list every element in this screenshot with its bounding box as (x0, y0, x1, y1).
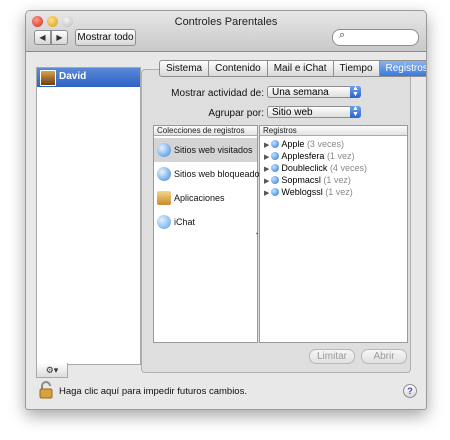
globe-icon (271, 176, 280, 184)
preferences-window: Controles Parentales ◀ ▶ Mostrar todo ⌕ … (25, 10, 427, 410)
log-row[interactable]: ▶ Doubleclick (4 veces) (264, 163, 367, 174)
activity-value: Una semana (272, 87, 329, 98)
log-count: (4 veces) (329, 163, 367, 173)
collection-item-applications[interactable]: Aplicaciones (154, 186, 257, 210)
lock-icon[interactable] (39, 381, 53, 399)
collection-label: Sitios web visitados (174, 145, 253, 155)
group-popup[interactable]: Sitio web ▲ ▼ (267, 105, 361, 118)
group-label: Agrupar por: (208, 108, 264, 119)
log-site: Applesfera (281, 151, 325, 161)
collections-list[interactable]: Colecciones de registros Sitios web visi… (153, 125, 264, 343)
activity-label: Mostrar actividad de: (171, 88, 264, 99)
window-title: Controles Parentales (174, 16, 278, 28)
globe-icon (271, 188, 280, 196)
globe-icon (271, 164, 280, 172)
disclosure-triangle-icon[interactable]: ▶ (264, 154, 269, 161)
restrict-button[interactable]: Limitar (309, 349, 355, 364)
forward-button[interactable]: ▶ (51, 30, 68, 45)
search-icon: ⌕ (339, 29, 346, 41)
collections-header: Colecciones de registros (154, 126, 257, 136)
log-row[interactable]: ▶ Weblogssl (1 vez) (264, 187, 353, 198)
show-all-button[interactable]: Mostrar todo (75, 29, 136, 46)
log-site: Sopmacsl (281, 175, 321, 185)
tab-mail-ichat[interactable]: Mail e iChat (267, 60, 334, 77)
user-list[interactable]: David (36, 67, 141, 365)
log-site: Doubleclick (281, 163, 328, 173)
safari-icon (157, 167, 171, 181)
collection-item-visited[interactable]: Sitios web visitados (154, 138, 257, 162)
search-field[interactable]: ⌕ (332, 29, 419, 46)
disclosure-triangle-icon[interactable]: ▶ (264, 178, 269, 185)
globe-icon (271, 140, 280, 148)
log-count: (1 vez) (323, 175, 351, 185)
back-button[interactable]: ◀ (34, 30, 51, 45)
tab-tiempo[interactable]: Tiempo (333, 60, 380, 77)
log-count: (1 vez) (326, 151, 355, 161)
popup-arrows-icon: ▲ ▼ (350, 105, 361, 118)
log-count: (3 veces) (306, 139, 344, 149)
collection-item-blocked[interactable]: Sitios web bloqueados (154, 162, 264, 186)
popup-arrows-icon: ▲ ▼ (350, 85, 361, 98)
log-row[interactable]: ▶ Apple (3 veces) (264, 139, 344, 150)
collection-label: iChat (174, 217, 196, 227)
user-name: David (59, 71, 87, 82)
disclosure-triangle-icon[interactable]: ▶ (264, 142, 269, 149)
title-bar: Controles Parentales ◀ ▶ Mostrar todo ⌕ (26, 11, 426, 52)
collection-item-ichat[interactable]: iChat (154, 210, 257, 234)
log-site: Weblogssl (281, 187, 323, 197)
globe-icon (271, 152, 280, 160)
tab-registros[interactable]: Registros (379, 60, 426, 77)
activity-popup[interactable]: Una semana ▲ ▼ (267, 85, 361, 98)
logs-header: Registros (260, 126, 407, 136)
back-arrow-icon: ◀ (39, 33, 46, 42)
lock-message: Haga clic aquí para impedir futuros camb… (59, 386, 247, 397)
collection-label: Sitios web bloqueados (174, 169, 265, 179)
ichat-icon (157, 215, 171, 229)
disclosure-triangle-icon[interactable]: ▶ (264, 166, 269, 173)
disclosure-triangle-icon[interactable]: ▶ (264, 190, 269, 197)
collection-label: Aplicaciones (174, 193, 225, 203)
open-button[interactable]: Abrir (361, 349, 407, 364)
log-site: Apple (281, 139, 305, 149)
user-item-david[interactable]: David (37, 68, 140, 87)
gear-menu-button[interactable]: ⚙▾ (36, 363, 68, 378)
help-button[interactable]: ? (403, 384, 417, 398)
tab-bar: Sistema Contenido Mail e iChat Tiempo Re… (159, 60, 426, 77)
safari-icon (157, 143, 171, 157)
tab-contenido[interactable]: Contenido (209, 60, 268, 77)
applications-icon (157, 191, 171, 205)
forward-arrow-icon: ▶ (56, 33, 63, 42)
group-value: Sitio web (272, 107, 313, 118)
log-row[interactable]: ▶ Sopmacsl (1 vez) (264, 175, 351, 186)
logs-list[interactable]: Registros ▶ Apple (3 veces) ▶ Applesfera (… (259, 125, 408, 343)
tab-sistema[interactable]: Sistema (159, 60, 210, 77)
log-count: (1 vez) (325, 187, 353, 197)
log-row[interactable]: ▶ Applesfera (1 vez) (264, 151, 354, 162)
user-avatar (40, 70, 56, 86)
